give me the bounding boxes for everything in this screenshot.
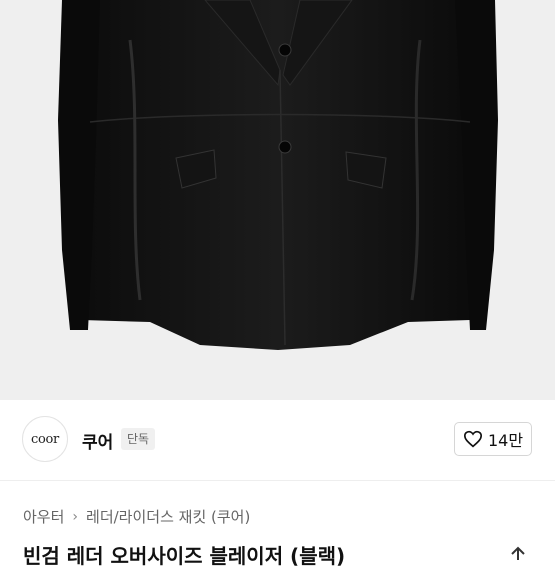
heart-icon: [463, 430, 482, 448]
divider: [0, 480, 555, 481]
exclusive-badge: 단독: [121, 428, 156, 450]
chevron-right-icon: ›: [72, 508, 79, 525]
breadcrumb: 아우터 › 레더/라이더스 재킷 (쿠어): [23, 506, 250, 527]
arrow-up-icon[interactable]: [508, 546, 528, 560]
breadcrumb-subcategory[interactable]: 레더/라이더스 재킷 (쿠어): [86, 506, 250, 527]
brand-name[interactable]: 쿠어: [82, 428, 113, 453]
product-image[interactable]: [0, 0, 555, 400]
like-count: 14만: [487, 431, 524, 450]
brand-row: coor 쿠어 단독 14만: [0, 400, 555, 480]
like-button[interactable]: 14만: [454, 422, 532, 456]
brand-logo[interactable]: coor: [22, 416, 68, 462]
jacket-illustration: [58, 0, 498, 350]
brand-logo-text: coor: [31, 431, 59, 447]
breadcrumb-category[interactable]: 아우터: [23, 506, 64, 527]
